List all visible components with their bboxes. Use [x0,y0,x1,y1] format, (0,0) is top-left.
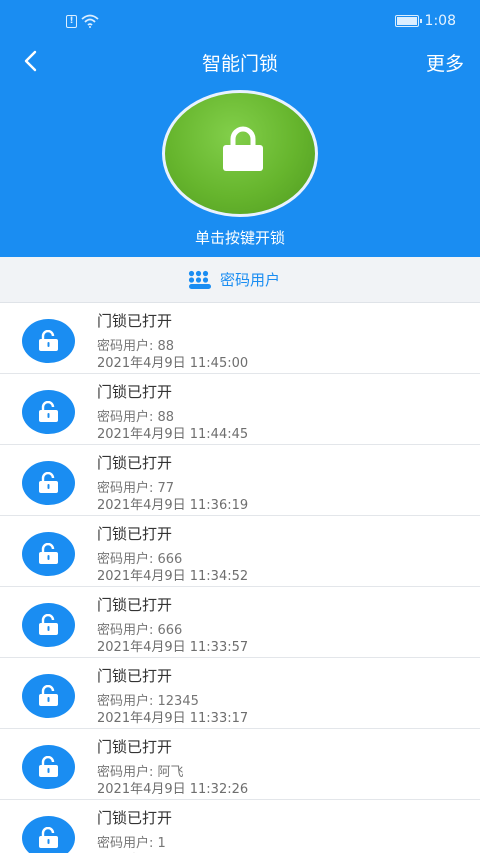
status-bar: ! 1:08 [0,0,480,44]
tab-password-users[interactable]: 密码用户 [188,269,280,290]
record-time: 2021年4月9日 11:44:45 [97,427,249,442]
list-item[interactable]: 门锁已打开 密码用户: 阿飞 2021年4月9日 11:32:26 [0,729,480,800]
record-time: 2021年4月9日 11:31:40 [97,849,248,853]
alert-icon: ! [66,14,77,28]
battery-icon [394,15,422,27]
keypad-icon [188,270,211,289]
list-item[interactable]: 门锁已打开 密码用户: 666 2021年4月9日 11:34:52 [0,516,480,587]
list-item[interactable]: 门锁已打开 密码用户: 12345 2021年4月9日 11:33:17 [0,658,480,729]
unlocked-icon [22,319,75,363]
status-left: ! [66,14,99,28]
record-title: 门锁已打开 [97,454,173,472]
list-item[interactable]: 门锁已打开 密码用户: 88 2021年4月9日 11:44:45 [0,374,480,445]
record-time: 2021年4月9日 11:32:26 [97,782,249,797]
record-time: 2021年4月9日 11:34:52 [97,569,249,584]
unlock-button[interactable] [162,90,318,217]
lock-icon [223,126,263,171]
tab-bar: 密码用户 [0,257,480,303]
record-title: 门锁已打开 [97,525,173,543]
unlock-hint: 单击按键开锁 [194,229,285,247]
unlocked-icon [22,532,75,576]
wifi-icon [81,14,99,28]
tab-label: 密码用户 [220,271,281,289]
header-panel: ! 1:08 智能门锁 更多 单击按键开锁 [0,0,480,257]
unlocked-icon [22,603,75,647]
unlocked-icon [22,390,75,434]
unlocked-icon [22,674,75,718]
unlock-record-list: 门锁已打开 密码用户: 88 2021年4月9日 11:45:00 门锁已打开 … [0,303,480,853]
list-item[interactable]: 门锁已打开 密码用户: 666 2021年4月9日 11:33:57 [0,587,480,658]
page-title: 智能门锁 [201,53,278,75]
record-time: 2021年4月9日 11:33:17 [97,711,249,726]
unlocked-icon [22,745,75,789]
more-button[interactable]: 更多 [426,49,464,76]
list-item[interactable]: 门锁已打开 密码用户: 1 2021年4月9日 11:31:40 [0,800,480,853]
record-time: 2021年4月9日 11:45:00 [97,356,249,371]
status-right: 1:08 [394,13,456,29]
unlocked-icon [22,816,75,853]
record-time: 2021年4月9日 11:36:19 [97,498,249,513]
record-time: 2021年4月9日 11:33:57 [97,640,249,655]
record-title: 门锁已打开 [97,667,173,685]
record-title: 门锁已打开 [97,383,173,401]
record-title: 门锁已打开 [97,596,173,614]
unlocked-icon [22,461,75,505]
record-title: 门锁已打开 [97,738,173,756]
list-item[interactable]: 门锁已打开 密码用户: 77 2021年4月9日 11:36:19 [0,445,480,516]
list-item[interactable]: 门锁已打开 密码用户: 88 2021年4月9日 11:45:00 [0,303,480,374]
status-time: 1:08 [424,13,456,29]
record-title: 门锁已打开 [97,312,173,330]
navigation-bar: 智能门锁 更多 [0,44,480,78]
record-title: 门锁已打开 [97,809,173,827]
